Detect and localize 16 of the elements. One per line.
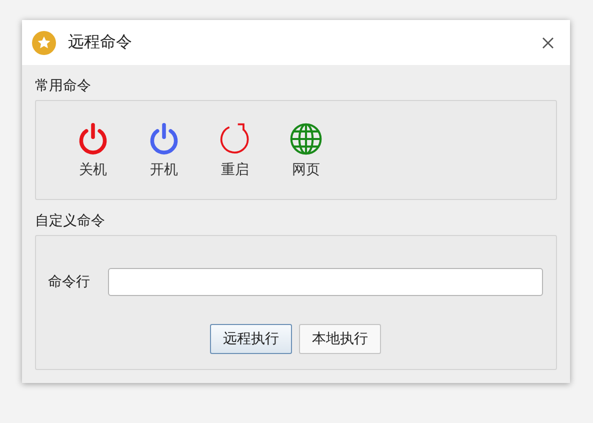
command-button[interactable]: 重启 [201, 122, 269, 178]
star-badge-icon [32, 30, 56, 54]
close-icon [542, 36, 554, 48]
section-label: 常用命令 [35, 77, 91, 95]
input-field[interactable] [108, 268, 543, 296]
restart-icon [218, 122, 252, 156]
command-button[interactable]: 关机 [59, 122, 127, 178]
execute-button[interactable]: 本地执行 [299, 324, 381, 354]
execute-button[interactable]: 远程执行 [210, 324, 292, 354]
globe-icon [289, 122, 323, 156]
section-label: 自定义命令 [35, 212, 105, 230]
window-title: 远程命令 [68, 32, 133, 53]
close-button[interactable] [540, 34, 556, 50]
field-label: 命令行 [48, 273, 90, 291]
command-button[interactable]: 网页 [272, 122, 340, 178]
command-button[interactable]: 开机 [130, 122, 198, 178]
